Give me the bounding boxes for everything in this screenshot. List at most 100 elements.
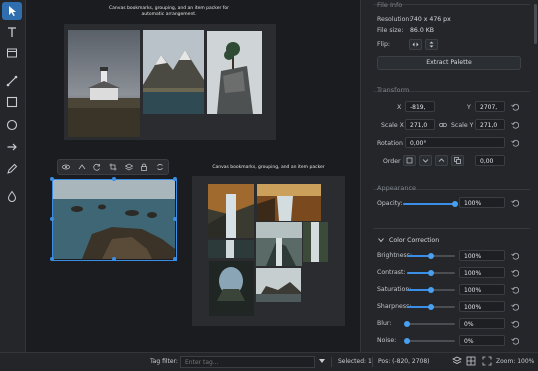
color-row-value[interactable]: 100% — [459, 284, 505, 295]
flip-icon[interactable] — [78, 163, 86, 171]
color-row-slider-thumb[interactable] — [404, 338, 410, 344]
flip-vertical-button[interactable] — [425, 39, 438, 50]
color-row-slider-thumb[interactable] — [428, 270, 434, 276]
filesize-value: 86.0 KB — [410, 27, 435, 34]
color-row-value[interactable]: 100% — [459, 301, 505, 312]
x-input[interactable]: -819, — [405, 101, 435, 112]
resize-handle-ml[interactable] — [50, 217, 54, 221]
reset-icon[interactable] — [511, 286, 519, 294]
extract-palette-button[interactable]: Extract Palette — [377, 56, 521, 70]
resize-handle-tr[interactable] — [173, 177, 177, 181]
refresh-icon[interactable] — [156, 163, 164, 171]
crop-icon[interactable] — [109, 163, 117, 171]
pen-icon — [7, 163, 18, 174]
flip-horizontal-button[interactable] — [409, 39, 422, 50]
panel-scrollbar[interactable] — [534, 4, 537, 44]
eye-icon[interactable] — [61, 163, 70, 171]
opacity-slider-thumb[interactable] — [452, 201, 458, 207]
flip-vertical-icon — [429, 41, 434, 48]
text-tool-button[interactable] — [2, 23, 22, 41]
reset-rotation-icon[interactable] — [511, 139, 519, 147]
color-row-slider[interactable] — [404, 321, 455, 327]
photo-falls-dark[interactable] — [208, 240, 254, 258]
rotate-icon[interactable] — [93, 163, 101, 171]
rectangle-icon — [6, 96, 18, 108]
color-row-slider[interactable] — [404, 338, 455, 344]
y-input[interactable]: 2707, — [475, 101, 505, 112]
color-row-label: Blur: — [377, 320, 392, 327]
photo-foggy-coast[interactable] — [256, 268, 301, 302]
color-row-value[interactable]: 0% — [459, 318, 505, 329]
y-label: Y — [467, 104, 471, 111]
order-to-front-button[interactable] — [451, 155, 464, 166]
layers-icon[interactable] — [452, 356, 462, 366]
reset-position-icon[interactable] — [511, 103, 519, 111]
reset-opacity-icon[interactable] — [511, 199, 519, 207]
photo-mountain-lake[interactable] — [143, 30, 204, 114]
reset-icon[interactable] — [511, 303, 519, 311]
order-down-button[interactable] — [419, 155, 432, 166]
order-input[interactable]: 0,00 — [475, 155, 505, 166]
color-row-slider[interactable] — [407, 304, 455, 310]
link-icon[interactable] — [439, 121, 447, 129]
arrow-tool-button[interactable] — [2, 138, 22, 156]
pen-tool-button[interactable] — [2, 160, 22, 178]
color-row-value[interactable]: 100% — [459, 250, 505, 261]
color-row-slider[interactable] — [407, 270, 455, 276]
color-row-slider[interactable] — [407, 253, 455, 259]
order-up-button[interactable] — [435, 155, 448, 166]
photo-cave-view[interactable] — [209, 261, 254, 316]
color-row-slider-thumb[interactable] — [404, 321, 410, 327]
color-row-slider-thumb[interactable] — [428, 253, 434, 259]
reset-scale-icon[interactable] — [511, 121, 519, 129]
chevron-down-icon[interactable] — [378, 237, 384, 243]
photo-waterfall-1[interactable] — [208, 184, 254, 238]
select-tool-button[interactable] — [2, 2, 22, 20]
color-row-value[interactable]: 0% — [459, 335, 505, 346]
resize-handle-bm[interactable] — [112, 257, 116, 261]
order-to-back-button[interactable] — [403, 155, 416, 166]
photo-cliff-tree[interactable] — [207, 31, 262, 114]
reset-icon[interactable] — [511, 252, 519, 260]
scalex-input[interactable]: 271,0 — [405, 119, 435, 130]
color-row-value[interactable]: 100% — [459, 267, 505, 278]
ellipse-tool-button[interactable] — [2, 116, 22, 134]
color-row-slider-thumb[interactable] — [428, 304, 434, 310]
resize-handle-tl[interactable] — [50, 177, 54, 181]
color-correction-title[interactable]: Color Correction — [389, 237, 439, 244]
color-row-slider[interactable] — [407, 287, 455, 293]
cursor-position: Pos: (-820, 2708) — [378, 358, 430, 365]
layers-icon[interactable] — [124, 163, 133, 171]
scalex-label: Scale X — [381, 122, 404, 129]
line-tool-button[interactable] — [2, 72, 22, 90]
photo-autumn-falls[interactable] — [257, 184, 321, 221]
rectangle-tool-button[interactable] — [2, 93, 22, 111]
reset-icon[interactable] — [511, 320, 519, 328]
text-icon — [8, 27, 16, 37]
board-bottom-title: Canvas bookmarks, grouping, and an item … — [212, 165, 325, 170]
photo-forest-falls[interactable] — [303, 222, 328, 262]
lock-icon[interactable] — [140, 163, 148, 171]
resize-handle-bl[interactable] — [50, 257, 54, 261]
fill-tool-button[interactable] — [2, 187, 22, 205]
opacity-input[interactable]: 100% — [459, 197, 505, 208]
resize-handle-mr[interactable] — [173, 217, 177, 221]
x-label: X — [397, 104, 402, 111]
selection-box[interactable] — [52, 179, 177, 261]
reset-icon[interactable] — [511, 337, 519, 345]
resize-handle-tm[interactable] — [112, 177, 116, 181]
frame-icon — [7, 48, 17, 58]
fit-screen-icon[interactable] — [482, 356, 492, 366]
resize-handle-br[interactable] — [173, 257, 177, 261]
dropdown-arrow-icon[interactable] — [319, 359, 325, 364]
photo-lighthouse[interactable] — [68, 30, 140, 137]
rotation-input[interactable]: 0,00° — [405, 137, 505, 148]
frame-tool-button[interactable] — [2, 44, 22, 62]
tag-filter-input[interactable] — [180, 356, 315, 368]
color-row-slider-thumb[interactable] — [428, 287, 434, 293]
grid-icon[interactable] — [466, 356, 476, 366]
reset-icon[interactable] — [511, 269, 519, 277]
scaley-input[interactable]: 271,0 — [475, 119, 505, 130]
opacity-slider[interactable] — [403, 201, 458, 207]
photo-misty-stream[interactable] — [256, 222, 302, 266]
